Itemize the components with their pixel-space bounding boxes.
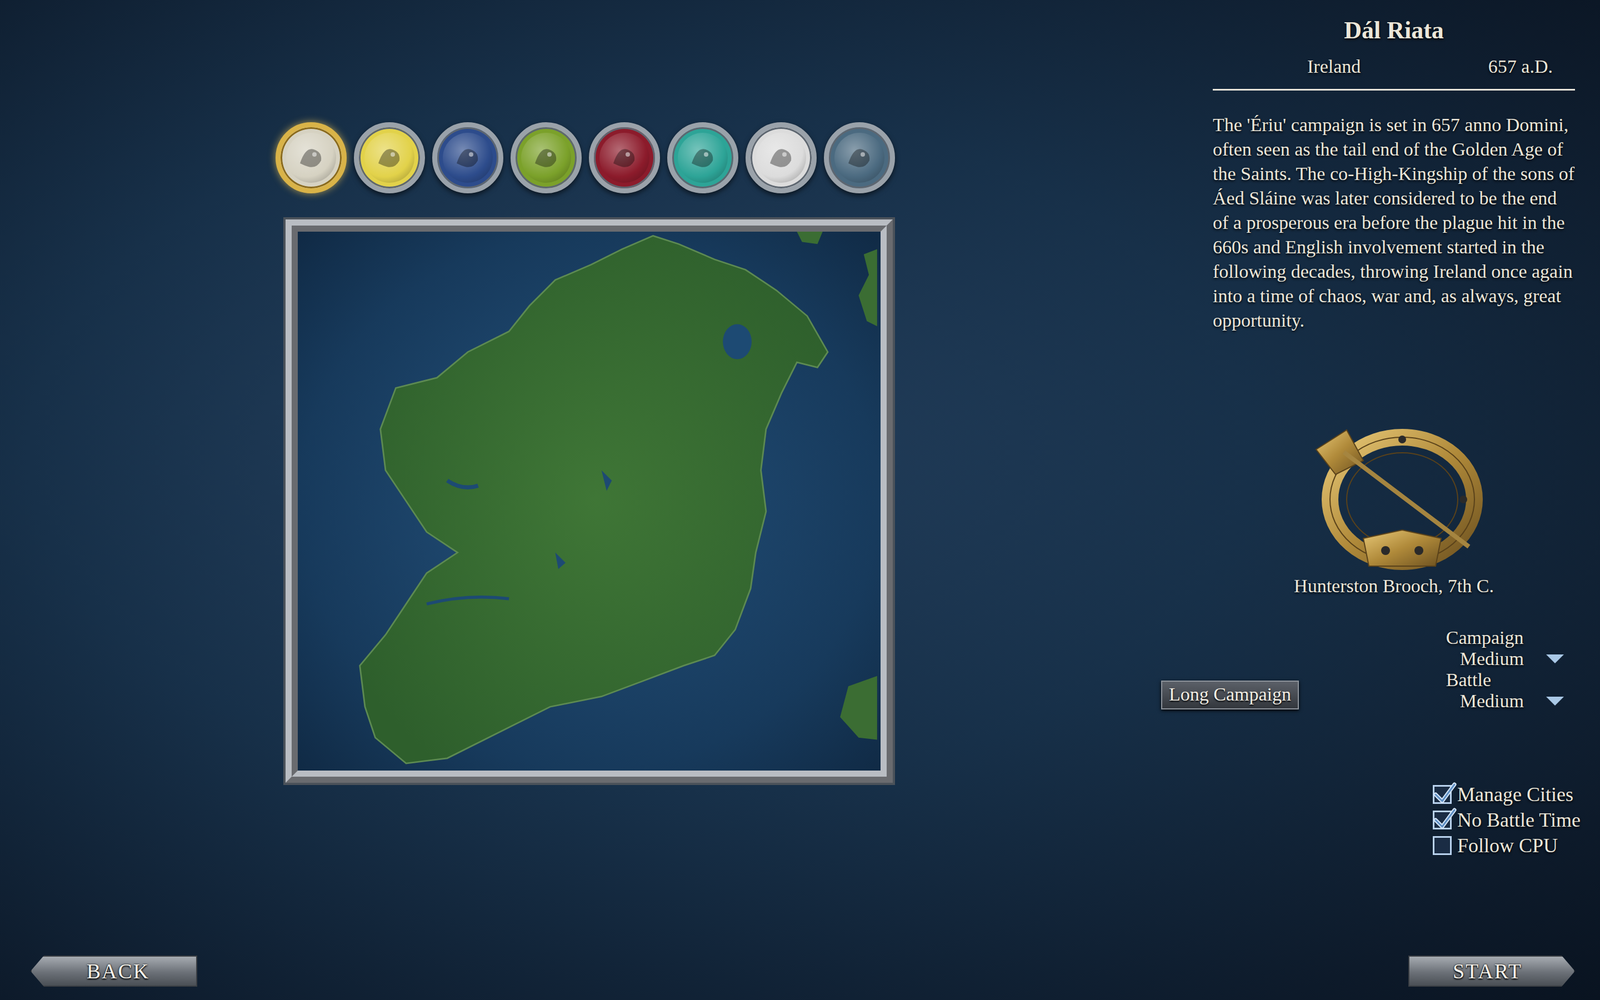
option-label: No Battle Time [1457,809,1581,831]
description-block: The 'Ériu' campaign is set in 657 anno D… [1161,90,1575,333]
option-label: Follow CPU [1457,835,1558,857]
brooch-picture: Hunterston Brooch, 7th C. [1161,427,1575,597]
faction-color [521,132,572,183]
option-row[interactable]: No Battle Time [1432,809,1581,831]
divider [1212,88,1575,91]
difficulty-label: Battle [1446,669,1564,691]
faction-color [599,132,650,183]
option-row[interactable]: Manage Cities [1432,783,1581,805]
long-campaign-button[interactable]: Long Campaign [1161,680,1299,710]
faction-color [364,132,415,183]
faction-emblem-icon[interactable] [745,122,817,194]
start-button[interactable]: START [1408,955,1575,987]
difficulty-dropdown[interactable]: Medium [1446,690,1564,712]
difficulty-value: Medium [1460,648,1524,670]
back-button[interactable]: BACK [30,955,198,987]
faction-color [442,132,493,183]
faction-color [756,132,807,183]
faction-color [834,132,885,183]
difficulty-row: BattleMedium [1446,669,1564,712]
faction-emblem-icon[interactable] [275,122,347,194]
campaign-date: 657 a.D. [1488,52,1553,81]
faction-emblem-icon[interactable] [588,122,660,194]
dropdown-arrow-icon[interactable] [1546,654,1564,664]
option-checkboxes: Manage Cities No Battle Time Follow CPU [1432,783,1581,857]
faction-selector [275,122,1162,194]
difficulty-value: Medium [1460,690,1524,712]
main-area: Dál Riata Ireland 657 a.D. The 'Ériu' campa… [0,0,1600,956]
option-row[interactable]: Follow CPU [1432,835,1581,857]
faction-meta: Ireland 657 a.D. [1212,52,1575,81]
difficulty-row: CampaignMedium [1446,627,1564,670]
difficulty-label: Campaign [1446,627,1564,649]
faction-info-panel: Dál Riata Ireland 657 a.D. The 'Ériu' campa… [1161,0,1600,956]
faction-emblem-icon[interactable] [510,122,582,194]
left-panel [0,0,1162,956]
difficulty-dropdown[interactable]: Medium [1446,648,1564,670]
faction-region: Ireland [1307,52,1361,81]
faction-header: Dál Riata Ireland 657 a.D. [1161,13,1575,91]
image-caption: Hunterston Brooch, 7th C. [1293,575,1494,597]
difficulty-settings: CampaignMediumBattleMedium [1446,627,1564,712]
brooch-icon [1302,427,1486,573]
campaign-options: Long CampaignCampaignMediumBattleMedium [1161,627,1575,712]
bottom-bar: BACK START [0,955,1600,1000]
faction-emblem-icon[interactable] [667,122,739,194]
checkbox[interactable] [1432,785,1452,804]
dropdown-arrow-icon[interactable] [1546,696,1564,706]
faction-name: Dál Riata [1212,13,1575,48]
checkbox[interactable] [1432,836,1452,855]
faction-emblem-icon[interactable] [823,122,895,194]
faction-color [286,132,337,183]
campaign-description: The 'Ériu' campaign is set in 657 anno D… [1212,112,1575,333]
faction-color [677,132,728,183]
faction-emblem-icon[interactable] [432,122,504,194]
checkbox[interactable] [1432,810,1452,830]
faction-emblem-icon[interactable] [353,122,425,194]
option-label: Manage Cities [1457,783,1574,805]
campaign-map[interactable] [285,219,893,783]
